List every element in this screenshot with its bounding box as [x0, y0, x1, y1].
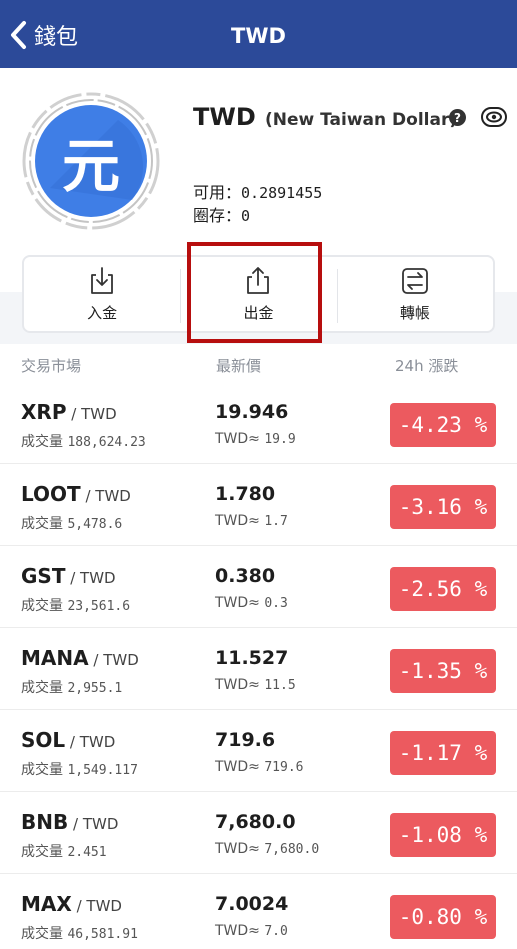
currency-glyph: 元 [61, 132, 120, 200]
currency-coin-icon: 元 [20, 90, 162, 232]
transfer-label: 轉帳 [399, 303, 430, 322]
withdraw-button[interactable]: 出金 [180, 257, 336, 331]
approx-value: 7,680.0 [264, 842, 320, 857]
change-badge: -4.23 % [390, 403, 496, 447]
withdraw-label: 出金 [243, 303, 274, 322]
transfer-icon [401, 267, 428, 294]
volume-value: 46,581.91 [67, 927, 138, 942]
locked-label: 圈存： [193, 206, 242, 225]
download-icon [91, 266, 114, 294]
approx-prefix: TWD≈ [215, 841, 260, 857]
volume-label: 成交量 [21, 434, 63, 450]
currency-name: (New Taiwan Dollar) [265, 110, 458, 130]
market-quote: / TWD [80, 487, 131, 505]
approx-prefix: TWD≈ [215, 759, 260, 775]
change-badge: -1.08 % [390, 813, 496, 857]
approx-value: 0.3 [264, 596, 288, 611]
last-price: 719.6 [215, 729, 276, 751]
market-quote: / TWD [66, 405, 117, 423]
change-badge: -1.35 % [390, 649, 496, 693]
market-symbol: XRP [21, 400, 67, 424]
market-quote: / TWD [65, 733, 116, 751]
approx-value: 11.5 [264, 678, 296, 693]
market-row[interactable]: GST / TWD 成交量 23,561.6 0.380 TWD≈ 0.3 -2… [0, 546, 517, 628]
transfer-button[interactable]: 轉帳 [336, 257, 493, 331]
market-row[interactable]: XRP / TWD 成交量 188,624.23 19.946 TWD≈ 19.… [0, 382, 517, 464]
approx-prefix: TWD≈ [215, 513, 260, 529]
deposit-label: 入金 [87, 303, 118, 322]
volume-label: 成交量 [21, 516, 63, 532]
volume-value: 1,549.117 [67, 763, 138, 778]
market-row[interactable]: MANA / TWD 成交量 2,955.1 11.527 TWD≈ 11.5 … [0, 628, 517, 710]
question-circle-icon[interactable]: ? [449, 109, 466, 126]
market-symbol: SOL [21, 728, 66, 752]
approx-prefix: TWD≈ [215, 677, 260, 693]
column-header-change: 24h 漲跌 [395, 357, 459, 375]
change-badge: -0.80 % [390, 895, 496, 939]
locked-balance: 圈存：0 [193, 202, 250, 226]
volume-label: 成交量 [21, 762, 63, 778]
market-symbol: MAX [21, 892, 72, 916]
last-price: 1.780 [215, 483, 276, 505]
last-price: 11.527 [215, 647, 289, 669]
currency-code: TWD [193, 103, 256, 131]
approx-value: 7.0 [264, 924, 288, 939]
last-price: 19.946 [215, 401, 289, 423]
deposit-button[interactable]: 入金 [24, 257, 180, 331]
volume-value: 2.451 [67, 845, 107, 860]
market-list: XRP / TWD 成交量 188,624.23 19.946 TWD≈ 19.… [0, 382, 517, 949]
available-balance: 可用：0.2891455 [193, 179, 322, 203]
market-quote: / TWD [68, 815, 119, 833]
market-row[interactable]: MAX / TWD 成交量 46,581.91 7.0024 TWD≈ 7.0 … [0, 874, 517, 949]
volume-value: 5,478.6 [67, 517, 123, 532]
volume-value: 2,955.1 [67, 681, 123, 696]
last-price: 7,680.0 [215, 811, 296, 833]
last-price: 7.0024 [215, 893, 289, 915]
column-header-market: 交易市場 [21, 357, 82, 375]
volume-value: 23,561.6 [67, 599, 131, 614]
volume-label: 成交量 [21, 926, 63, 942]
available-value: 0.2891455 [241, 184, 323, 202]
market-symbol: GST [21, 564, 66, 588]
market-quote: / TWD [71, 897, 122, 915]
available-label: 可用： [193, 183, 242, 202]
wallet-actions-card: 入金 出金 轉帳 [22, 255, 495, 333]
approx-prefix: TWD≈ [215, 595, 260, 611]
volume-label: 成交量 [21, 598, 63, 614]
eye-icon[interactable] [481, 107, 507, 127]
volume-label: 成交量 [21, 680, 63, 696]
approx-value: 19.9 [264, 432, 296, 447]
market-symbol: BNB [21, 810, 69, 834]
upload-icon [247, 266, 270, 294]
market-row[interactable]: LOOT / TWD 成交量 5,478.6 1.780 TWD≈ 1.7 -3… [0, 464, 517, 546]
change-badge: -1.17 % [390, 731, 496, 775]
locked-value: 0 [241, 207, 251, 225]
change-badge: -2.56 % [390, 567, 496, 611]
page-title: TWD [231, 24, 286, 48]
volume-label: 成交量 [21, 844, 63, 860]
market-quote: / TWD [88, 651, 139, 669]
volume-value: 188,624.23 [67, 435, 146, 450]
approx-value: 719.6 [264, 760, 304, 775]
market-row[interactable]: BNB / TWD 成交量 2.451 7,680.0 TWD≈ 7,680.0… [0, 792, 517, 874]
last-price: 0.380 [215, 565, 276, 587]
column-header-price: 最新價 [216, 357, 262, 375]
top-navigation-bar: 錢包 TWD [0, 0, 517, 68]
market-quote: / TWD [65, 569, 116, 587]
approx-value: 1.7 [264, 514, 288, 529]
approx-prefix: TWD≈ [215, 431, 260, 447]
change-badge: -3.16 % [390, 485, 496, 529]
market-symbol: MANA [21, 646, 89, 670]
market-row[interactable]: SOL / TWD 成交量 1,549.117 719.6 TWD≈ 719.6… [0, 710, 517, 792]
approx-prefix: TWD≈ [215, 923, 260, 939]
market-symbol: LOOT [21, 482, 81, 506]
